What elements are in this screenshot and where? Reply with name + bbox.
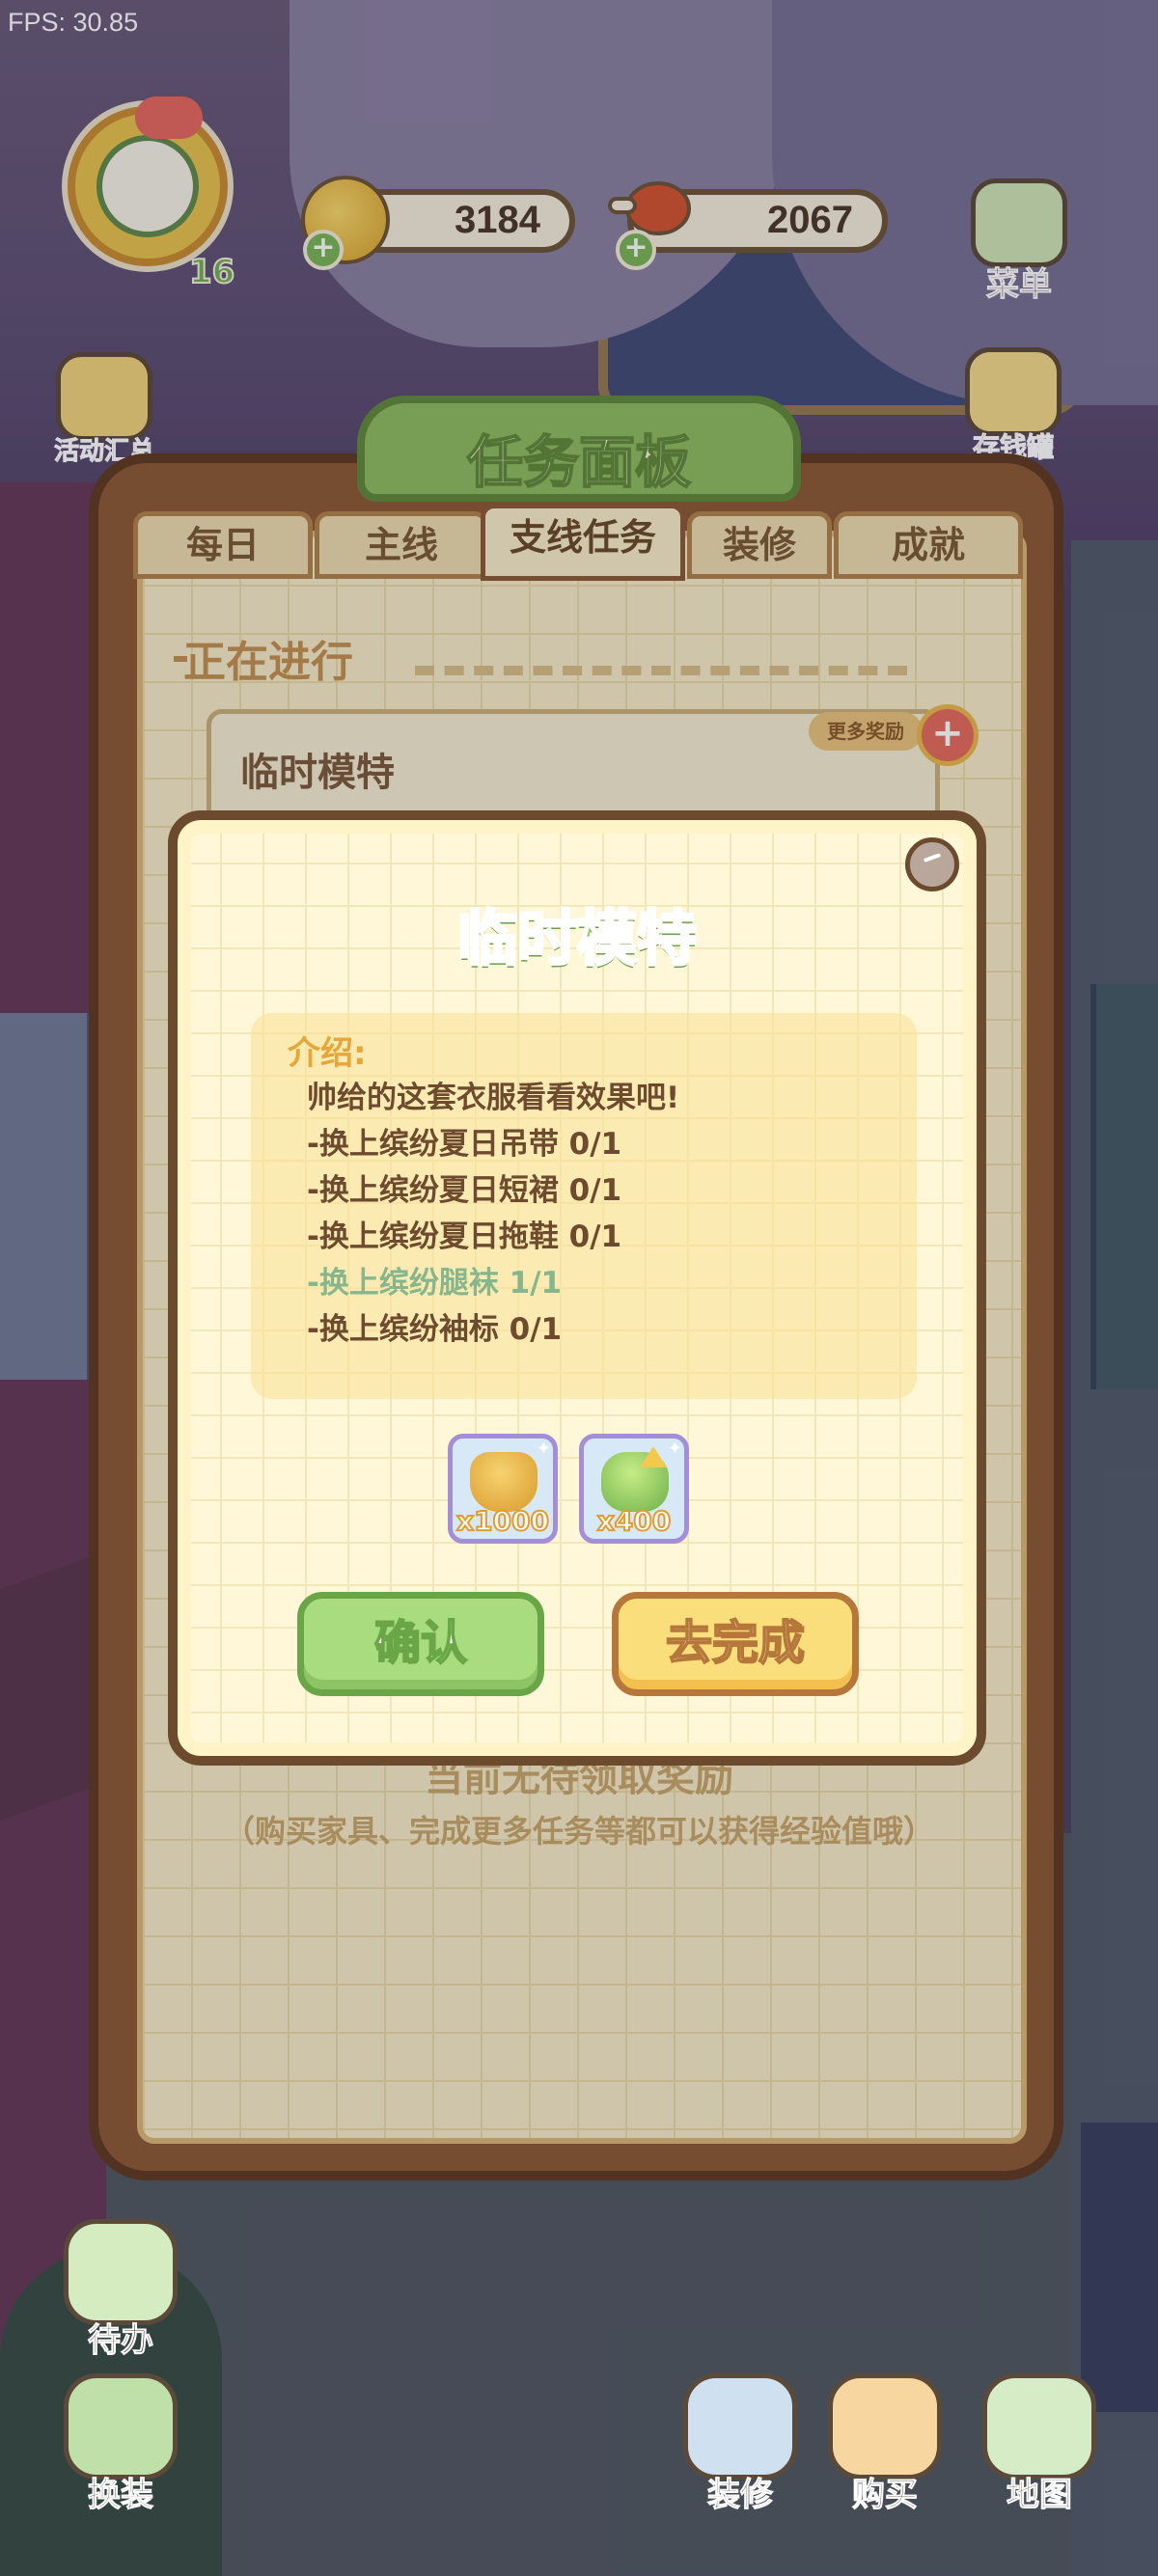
- go-complete-button[interactable]: 去完成: [612, 1592, 859, 1696]
- up-arrow-icon: [640, 1446, 667, 1467]
- intro-label: 介绍:: [288, 1034, 367, 1073]
- shop-button[interactable]: 购买: [820, 2373, 950, 2515]
- shopping-bag-icon: [828, 2373, 942, 2480]
- dress-up-icon: [64, 2373, 178, 2480]
- objective-item: -换上缤纷夏日吊带 0/1: [307, 1127, 622, 1162]
- todo-label: 待办: [88, 2321, 154, 2361]
- intro-description: 帅给的这套衣服看看效果吧!: [307, 1081, 680, 1115]
- decorate-label: 装修: [707, 2476, 774, 2515]
- decorate-icon: [683, 2373, 797, 2480]
- close-icon: [923, 853, 942, 863]
- reward-gold[interactable]: ✦ x1000: [448, 1434, 558, 1544]
- reward-exp[interactable]: ✦ x400: [579, 1434, 689, 1544]
- dress-up-button[interactable]: 换装: [56, 2373, 185, 2515]
- objective-item-completed: -换上缤纷腿袜 1/1: [307, 1266, 563, 1301]
- map-icon: [982, 2373, 1096, 2480]
- sparkle-icon: ✦: [536, 1439, 551, 1459]
- objective-item: -换上缤纷袖标 0/1: [307, 1312, 563, 1347]
- reward-exp-qty: x400: [596, 1504, 673, 1538]
- shop-label: 购买: [852, 2476, 919, 2515]
- sparkle-icon: ✦: [667, 1439, 682, 1459]
- objective-item: -换上缤纷夏日拖鞋 0/1: [307, 1219, 622, 1254]
- dialog-title: 临时模特: [455, 902, 698, 975]
- map-label: 地图: [1006, 2476, 1073, 2515]
- gold-coins-icon: [470, 1452, 538, 1512]
- decorate-button[interactable]: 装修: [676, 2373, 805, 2515]
- close-button[interactable]: [905, 837, 959, 891]
- map-button[interactable]: 地图: [975, 2373, 1104, 2515]
- reward-gold-qty: x1000: [455, 1504, 550, 1538]
- dress-up-label: 换装: [88, 2476, 154, 2515]
- todo-button[interactable]: 待办: [56, 2219, 185, 2361]
- confirm-button[interactable]: 确认: [297, 1592, 544, 1696]
- intro-box: 介绍: 帅给的这套衣服看看效果吧! -换上缤纷夏日吊带 0/1 -换上缤纷夏日短…: [251, 1013, 917, 1399]
- objective-item: -换上缤纷夏日短裙 0/1: [307, 1173, 622, 1208]
- task-detail-dialog: 临时模特 介绍: 帅给的这套衣服看看效果吧! -换上缤纷夏日吊带 0/1 -换上…: [168, 810, 986, 1766]
- todo-list-icon: [64, 2219, 178, 2325]
